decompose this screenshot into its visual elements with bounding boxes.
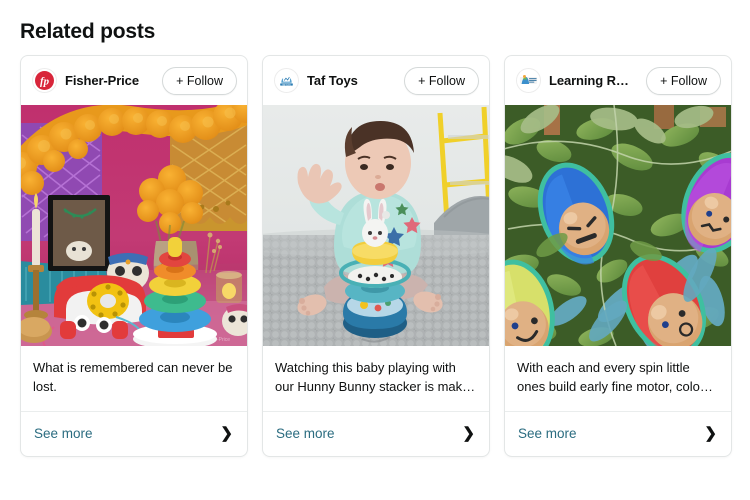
related-posts-page: Related posts fp Fisher-Price + Follow F… bbox=[0, 0, 750, 500]
card-header: fp Fisher-Price + Follow bbox=[21, 56, 247, 105]
post-caption: Watching this baby playing with our Hunn… bbox=[263, 346, 489, 412]
post-caption: With each and every spin little ones bui… bbox=[505, 346, 731, 412]
learning-resources-logo-icon bbox=[516, 68, 541, 93]
related-posts-carousel: fp Fisher-Price + Follow Fisher-Price Wh… bbox=[20, 55, 732, 457]
brand-name: Fisher-Price bbox=[65, 73, 139, 88]
svg-text:fp: fp bbox=[40, 76, 50, 88]
chevron-right-icon: ❯ bbox=[220, 425, 233, 443]
see-more-label: See more bbox=[518, 426, 577, 442]
fisher-price-logo-icon: fp bbox=[32, 68, 57, 93]
post-caption: What is remembered can never be lost. bbox=[21, 346, 247, 412]
card-header: Learning R… + Follow bbox=[505, 56, 731, 105]
brand-name: Taf Toys bbox=[307, 73, 358, 88]
card-header: TAF TOYS Taf Toys + Follow bbox=[263, 56, 489, 105]
taf-toys-logo-icon: TAF TOYS bbox=[274, 68, 299, 93]
svg-text:Fisher-Price: Fisher-Price bbox=[203, 337, 230, 343]
page-title: Related posts bbox=[20, 20, 156, 43]
related-post-card[interactable]: TAF TOYS Taf Toys + Follow Watching this… bbox=[262, 55, 490, 457]
see-more-label: See more bbox=[276, 426, 335, 442]
post-image[interactable]: Fisher-Price bbox=[21, 105, 247, 346]
see-more-link[interactable]: See more ❯ bbox=[21, 412, 247, 456]
see-more-link[interactable]: See more ❯ bbox=[263, 412, 489, 456]
follow-button[interactable]: + Follow bbox=[162, 66, 237, 95]
follow-button[interactable]: + Follow bbox=[646, 66, 721, 95]
chevron-right-icon: ❯ bbox=[704, 425, 717, 443]
related-post-card[interactable]: Learning R… + Follow With each and every… bbox=[504, 55, 732, 457]
see-more-link[interactable]: See more ❯ bbox=[505, 412, 731, 456]
post-image[interactable] bbox=[505, 105, 731, 346]
chevron-right-icon: ❯ bbox=[462, 425, 475, 443]
brand-name: Learning R… bbox=[549, 73, 629, 88]
see-more-label: See more bbox=[34, 426, 93, 442]
post-image[interactable] bbox=[263, 105, 489, 346]
related-post-card[interactable]: fp Fisher-Price + Follow Fisher-Price Wh… bbox=[20, 55, 248, 457]
follow-button[interactable]: + Follow bbox=[404, 66, 479, 95]
svg-text:TAF TOYS: TAF TOYS bbox=[282, 83, 291, 86]
